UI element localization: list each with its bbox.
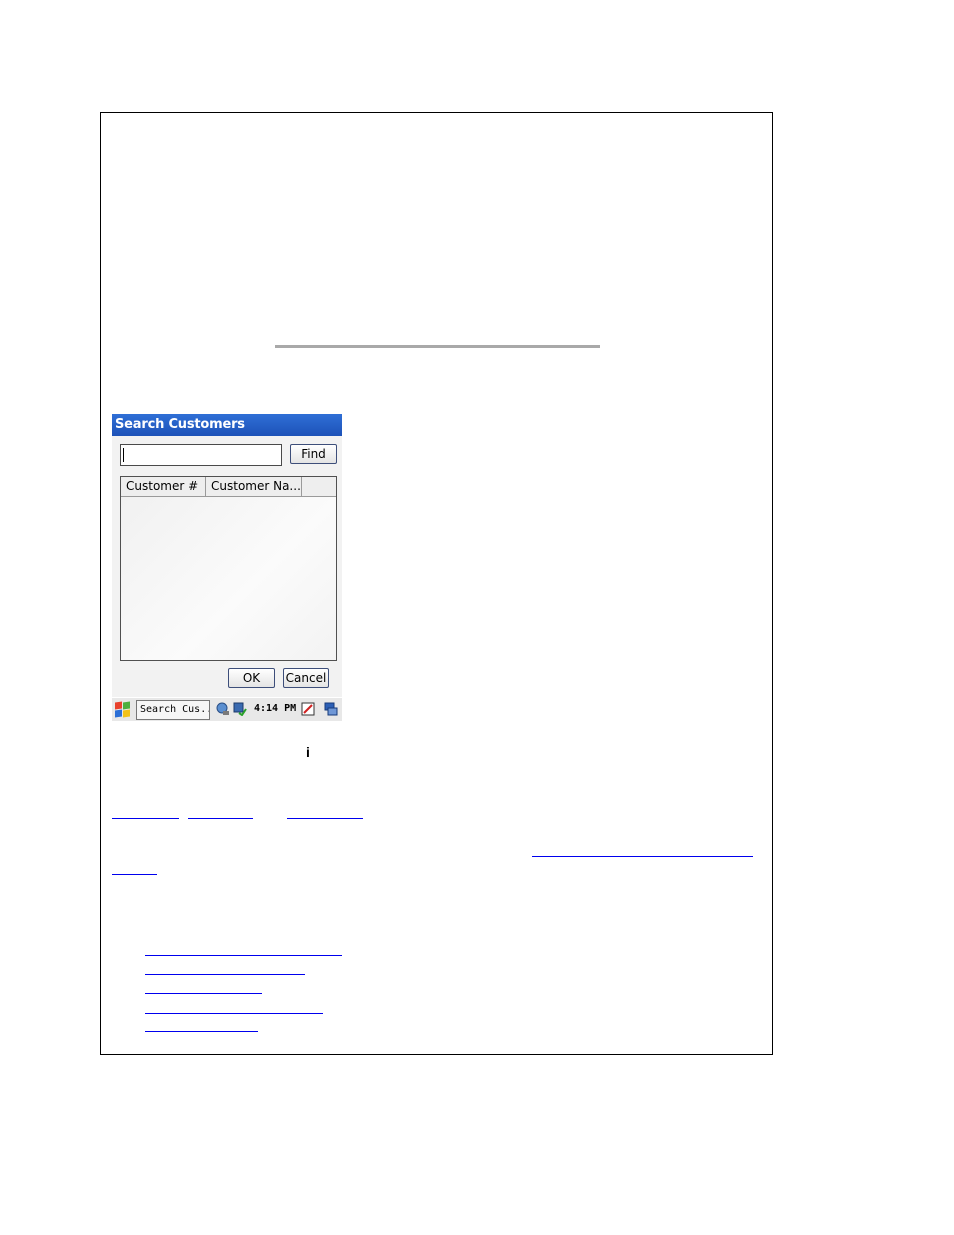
link-underline-4[interactable] — [532, 856, 753, 857]
customer-list[interactable]: Customer # Customer Na... — [120, 476, 337, 661]
link-underline-7[interactable] — [145, 974, 305, 975]
taskbar-clock[interactable]: 4:14 PM — [254, 703, 296, 714]
link-underline-8[interactable] — [145, 993, 262, 994]
desktop-windows-icon[interactable] — [324, 702, 338, 716]
column-header-empty — [302, 477, 336, 497]
cancel-button[interactable]: Cancel — [283, 668, 329, 688]
ok-button[interactable]: OK — [228, 668, 275, 688]
search-customers-dialog: Search Customers Find Customer # Custome… — [112, 414, 342, 721]
link-underline-5[interactable] — [112, 874, 157, 875]
windows-start-icon[interactable] — [114, 701, 132, 719]
link-underline-9[interactable] — [145, 1013, 323, 1014]
find-button[interactable]: Find — [290, 444, 337, 464]
link-underline-1[interactable] — [112, 818, 179, 819]
link-underline-6[interactable] — [145, 955, 342, 956]
input-panel-icon[interactable] — [301, 702, 315, 716]
column-header-customer-number[interactable]: Customer # — [121, 477, 206, 497]
search-input[interactable] — [120, 444, 282, 466]
link-underline-10[interactable] — [145, 1031, 258, 1032]
info-icon: i — [306, 744, 310, 760]
column-header-customer-name[interactable]: Customer Na... — [206, 477, 302, 497]
text-caret — [123, 448, 124, 462]
link-underline-2[interactable] — [188, 818, 253, 819]
horizontal-rule — [275, 345, 600, 348]
link-underline-3[interactable] — [287, 818, 363, 819]
taskbar-active-task[interactable]: Search Cus... — [136, 700, 210, 720]
dialog-title: Search Customers — [115, 417, 245, 432]
taskbar: Search Cus... 4:14 PM — [112, 697, 342, 721]
connection-icon[interactable] — [233, 702, 247, 717]
network-icon[interactable] — [216, 702, 230, 716]
dialog-title-bar: Search Customers — [112, 414, 342, 436]
